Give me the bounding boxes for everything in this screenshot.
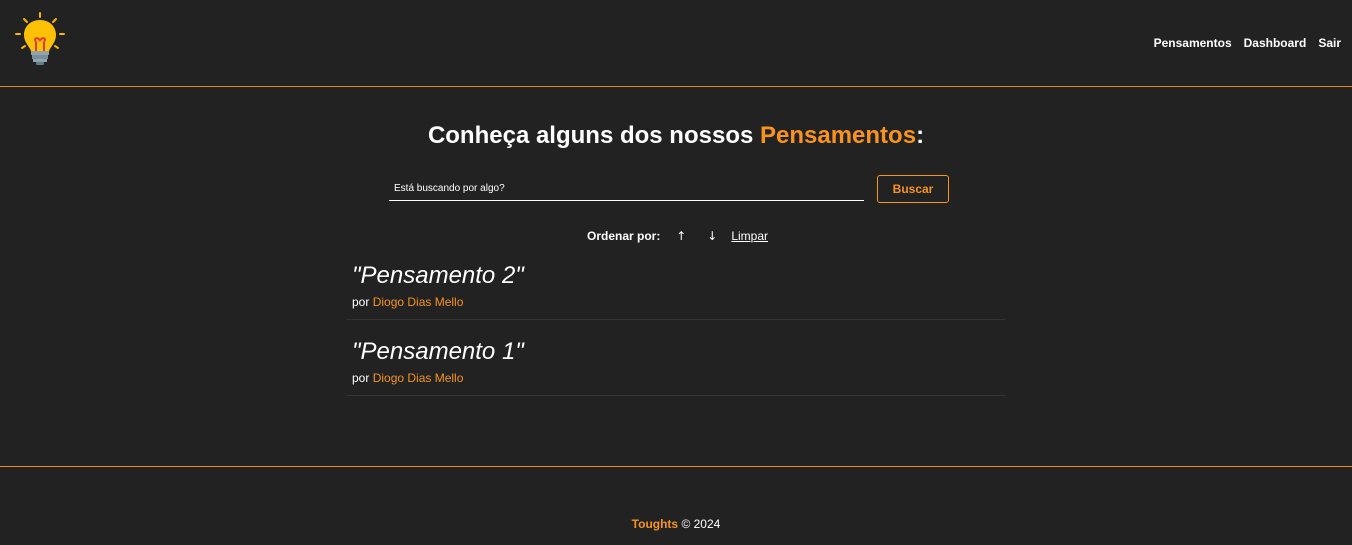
main-content: Conheça alguns dos nossos Pensamentos: B… (0, 88, 1352, 466)
lightbulb-icon (15, 12, 65, 65)
thought-title: "Pensamento 1" (352, 338, 524, 365)
order-controls: Ordenar por: ↑ ↓ Limpar (0, 229, 1352, 243)
thought-author-name: Diogo Dias Mello (372, 295, 464, 309)
footer-text: Toughts © 2024 (0, 517, 1352, 531)
thought-author: por Diogo Dias Mello (352, 371, 1005, 385)
logo-link[interactable] (14, 12, 66, 69)
thought-author-name: Diogo Dias Mello (372, 371, 464, 385)
navbar: Pensamentos Dashboard Sair (0, 0, 1352, 87)
thought-author-prefix: por (352, 295, 373, 309)
search-input[interactable] (389, 177, 864, 201)
page-title-suffix: : (916, 122, 925, 149)
thought-card: "Pensamento 1" por Diogo Dias Mello (346, 330, 1005, 396)
page-title-accent: Pensamentos (760, 122, 917, 149)
page-title-prefix: Conheça alguns dos nossos (427, 122, 760, 149)
thought-title: "Pensamento 2" (352, 262, 524, 289)
nav-link-dashboard[interactable]: Dashboard (1244, 36, 1307, 50)
thoughts-list: "Pensamento 2" por Diogo Dias Mello "Pen… (346, 254, 1005, 406)
nav-link-sair[interactable]: Sair (1318, 36, 1341, 50)
clear-link[interactable]: Limpar (731, 229, 768, 243)
nav-link-pensamentos[interactable]: Pensamentos (1154, 36, 1232, 50)
search-button[interactable]: Buscar (877, 175, 949, 203)
footer-copyright: © 2024 (678, 517, 721, 531)
arrow-up-icon[interactable]: ↑ (671, 229, 691, 243)
thought-author: por Diogo Dias Mello (352, 295, 1005, 309)
footer: Toughts © 2024 (0, 466, 1352, 545)
search-form: Buscar (389, 175, 949, 203)
thought-card: "Pensamento 2" por Diogo Dias Mello (346, 254, 1005, 320)
arrow-down-icon[interactable]: ↓ (702, 229, 722, 243)
thought-author-prefix: por (352, 371, 373, 385)
nav-links: Pensamentos Dashboard Sair (1154, 36, 1341, 50)
page-title: Conheça alguns dos nossos Pensamentos: (0, 122, 1352, 150)
order-label: Ordenar por: (586, 229, 661, 243)
footer-brand: Toughts (631, 517, 679, 531)
